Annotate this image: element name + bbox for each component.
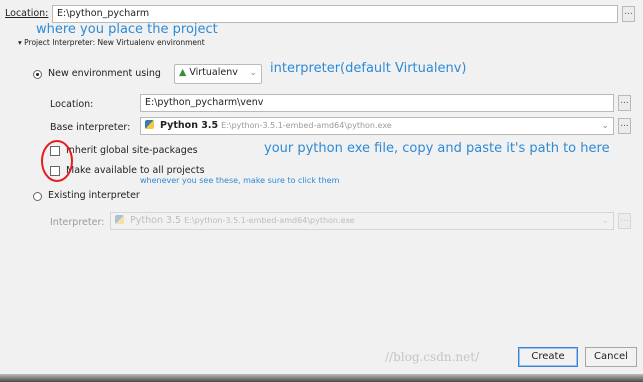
inherit-packages-label: Inherit global site-packages [66, 145, 198, 156]
existing-interpreter-path: E:\python-3.5.1-embed-amd64\python.exe [184, 216, 355, 225]
base-browse-button[interactable]: ... [618, 118, 631, 134]
interpreter-label: Interpreter: [50, 217, 105, 228]
new-environment-radio[interactable] [33, 70, 42, 79]
create-button[interactable]: Create [518, 347, 578, 367]
collapse-triangle-icon: ▾ [18, 38, 22, 47]
annotation-exe-path: your python exe file, copy and paste it'… [264, 141, 610, 156]
existing-interpreter-label: Existing interpreter [48, 190, 140, 201]
top-location-label: Location: [5, 8, 49, 19]
annotation-click-note: whenever you see these, make sure to cli… [140, 176, 340, 185]
section-title: Project Interpreter: New Virtualenv envi… [24, 38, 205, 47]
venv-browse-button[interactable]: ... [618, 95, 631, 111]
chevron-down-icon: ⌄ [249, 68, 257, 78]
python-icon [115, 215, 124, 224]
virtualenv-icon: ▲ [179, 67, 187, 78]
location-label: Location: [50, 99, 94, 110]
venv-location-input[interactable]: E:\python_pycharm\venv [140, 94, 614, 112]
base-interpreter-label: Base interpreter: [50, 122, 131, 133]
venv-location-value: E:\python_pycharm\venv [145, 97, 264, 108]
red-circle-annotation [41, 140, 73, 182]
cancel-button[interactable]: Cancel [585, 347, 637, 367]
top-location-value: E:\python_pycharm [57, 8, 150, 19]
environment-tool-value: Virtualenv [189, 67, 238, 78]
environment-tool-select[interactable]: ▲ Virtualenv ⌄ [174, 64, 262, 84]
annotation-interpreter: interpreter(default Virtualenv) [270, 61, 467, 76]
base-interpreter-select[interactable]: Python 3.5 E:\python-3.5.1-embed-amd64\p… [140, 117, 614, 135]
section-toggle[interactable]: ▾ Project Interpreter: New Virtualenv en… [18, 38, 205, 47]
new-environment-label: New environment using [48, 68, 161, 79]
base-interpreter-path: E:\python-3.5.1-embed-amd64\python.exe [221, 121, 392, 130]
bottom-edge [0, 374, 643, 382]
top-location-input[interactable]: E:\python_pycharm [52, 5, 618, 23]
watermark: //blog.csdn.net/ [385, 350, 480, 364]
make-available-label: Make available to all projects [66, 165, 205, 176]
existing-interpreter-radio[interactable] [33, 192, 42, 201]
top-browse-button[interactable]: ... [622, 6, 635, 22]
annotation-where-project: where you place the project [36, 22, 218, 37]
chevron-down-icon: ⌄ [601, 121, 609, 131]
existing-interpreter-select[interactable]: Python 3.5 E:\python-3.5.1-embed-amd64\p… [110, 212, 614, 230]
existing-interpreter-name: Python 3.5 [130, 215, 182, 226]
existing-browse-button[interactable]: ... [618, 213, 631, 229]
base-interpreter-name: Python 3.5 [160, 120, 219, 131]
chevron-down-icon: ⌄ [601, 216, 609, 226]
python-icon [145, 120, 154, 129]
